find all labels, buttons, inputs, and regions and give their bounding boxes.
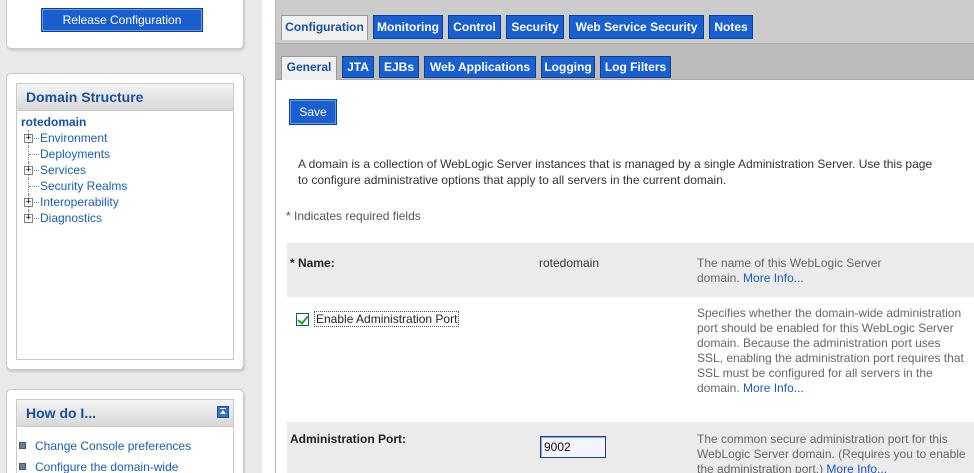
tree-item-label[interactable]: Interoperability <box>40 195 119 209</box>
tree-item-diagnostics[interactable]: + Diagnostics <box>21 210 233 226</box>
list-item[interactable]: Configure the domain-wide <box>17 457 233 473</box>
how-do-i-list: Change Console preferences Configure the… <box>17 427 233 473</box>
tree-item-label[interactable]: Diagnostics <box>40 211 102 225</box>
tree-root-domain[interactable]: rotedomain <box>21 114 233 130</box>
admin-port-label: Administration Port: <box>290 432 406 446</box>
required-mark: * <box>290 256 295 270</box>
how-do-i-title: How do I... <box>26 405 96 421</box>
name-label-text: Name: <box>298 256 335 270</box>
left-sidebar: Release Configuration Domain Structure r… <box>0 0 262 473</box>
name-description: The name of this WebLogic Server domain.… <box>697 256 897 286</box>
admin-port-enable-description-text: Specifies whether the domain-wide admini… <box>697 306 964 395</box>
intro-line: to configure administrative options that… <box>298 173 727 187</box>
tree-item-label[interactable]: Services <box>40 163 86 177</box>
how-do-i-link[interactable]: Configure the domain-wide <box>35 460 178 473</box>
tree-item-environment[interactable]: + Environment <box>21 130 233 146</box>
save-button[interactable]: Save <box>289 99 337 125</box>
plus-box-icon[interactable]: + <box>24 134 33 143</box>
tree-item-services[interactable]: + Services <box>21 162 233 178</box>
tab-web-applications[interactable]: Web Applications <box>424 56 536 78</box>
enable-admin-port-label[interactable]: Enable Administration Port <box>314 311 460 327</box>
plus-box-icon[interactable]: + <box>24 198 33 207</box>
change-center-panel: Release Configuration <box>6 0 244 49</box>
admin-port-input[interactable] <box>540 436 606 458</box>
tab-control[interactable]: Control <box>448 15 501 39</box>
tab-web-service-security[interactable]: Web Service Security <box>569 15 704 39</box>
tree-connector <box>29 154 39 155</box>
domain-tree: rotedomain + Environment Deployments + S… <box>17 111 233 226</box>
admin-port-enable-description: Specifies whether the domain-wide admini… <box>697 306 967 396</box>
field-row-name: * Name: rotedomain The name of this WebL… <box>287 243 974 297</box>
release-configuration-button[interactable]: Release Configuration <box>41 8 203 32</box>
main-content: Configuration Monitoring Control Securit… <box>262 0 974 473</box>
page-description: A domain is a collection of WebLogic Ser… <box>298 156 966 188</box>
primary-tab-bar: Configuration Monitoring Control Securit… <box>276 0 974 44</box>
bullet-icon <box>19 463 26 470</box>
tab-logging[interactable]: Logging <box>541 56 595 78</box>
field-row-admin-port: Administration Port: The common secure a… <box>287 422 974 473</box>
collapse-icon[interactable] <box>217 406 229 418</box>
tab-monitoring[interactable]: Monitoring <box>373 15 443 39</box>
domain-name-value: rotedomain <box>539 256 600 270</box>
list-item[interactable]: Change Console preferences <box>17 436 233 457</box>
how-do-i-header: How do I... <box>17 400 233 427</box>
how-do-i-box: How do I... Change Console preferences C… <box>16 399 234 473</box>
tab-jta[interactable]: JTA <box>342 56 374 78</box>
enable-admin-port-more-info-link[interactable]: More Info... <box>743 381 804 395</box>
name-label: * Name: <box>290 256 335 270</box>
admin-port-description: The common secure administration port fo… <box>697 432 967 473</box>
tree-item-security-realms[interactable]: Security Realms <box>21 178 233 194</box>
enable-admin-port-checkbox[interactable] <box>296 313 309 326</box>
field-row-enable-admin-port: Enable Administration Port Specifies whe… <box>287 297 974 422</box>
tree-item-label[interactable]: Environment <box>40 131 107 145</box>
domain-structure-panel: Domain Structure rotedomain + Environmen… <box>6 73 244 370</box>
tree-item-label[interactable]: Deployments <box>40 147 110 161</box>
domain-structure-title: Domain Structure <box>17 84 233 111</box>
intro-line: A domain is a collection of WebLogic Ser… <box>298 157 933 171</box>
admin-port-more-info-link[interactable]: More Info... <box>826 462 887 473</box>
tab-general[interactable]: General <box>281 56 337 80</box>
tab-notes[interactable]: Notes <box>709 15 753 39</box>
required-fields-note: * Indicates required fields <box>286 209 421 223</box>
how-do-i-link[interactable]: Change Console preferences <box>35 439 191 453</box>
settings-frame: Configuration Monitoring Control Securit… <box>275 0 974 473</box>
tab-configuration[interactable]: Configuration <box>281 15 368 40</box>
name-more-info-link[interactable]: More Info... <box>743 271 804 285</box>
plus-box-icon[interactable]: + <box>24 214 33 223</box>
how-do-i-panel: How do I... Change Console preferences C… <box>6 389 244 473</box>
tree-item-deployments[interactable]: Deployments <box>21 146 233 162</box>
tab-log-filters[interactable]: Log Filters <box>600 56 671 78</box>
tree-item-label[interactable]: Security Realms <box>40 179 127 193</box>
tab-security[interactable]: Security <box>506 15 564 39</box>
domain-structure-box: Domain Structure rotedomain + Environmen… <box>16 83 234 360</box>
tree-item-interoperability[interactable]: + Interoperability <box>21 194 233 210</box>
plus-box-icon[interactable]: + <box>24 166 33 175</box>
bullet-icon <box>19 442 26 449</box>
secondary-tab-bar: General JTA EJBs Web Applications Loggin… <box>276 44 974 80</box>
tab-ejbs[interactable]: EJBs <box>379 56 419 78</box>
tree-connector <box>29 186 39 187</box>
